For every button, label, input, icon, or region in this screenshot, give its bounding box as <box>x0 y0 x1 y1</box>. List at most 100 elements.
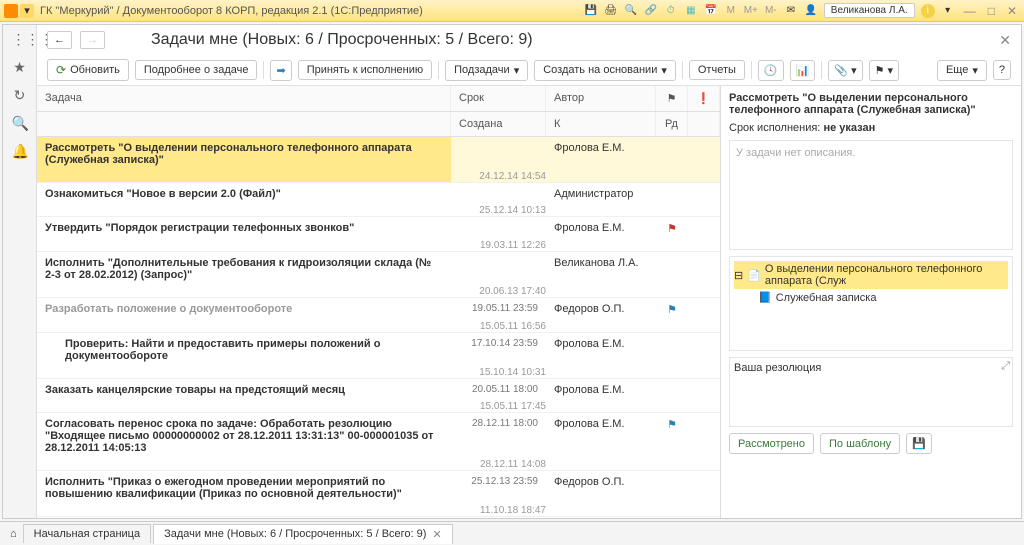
tree-item-doc[interactable]: ⊟📄О выделении персонального телефонного … <box>734 261 1008 289</box>
refresh-button[interactable]: ⟳Обновить <box>47 59 129 81</box>
due-cell <box>451 252 546 262</box>
tab-close-icon[interactable]: ✕ <box>432 528 441 541</box>
close-button[interactable]: ✕ <box>1004 4 1020 18</box>
minimize-button[interactable]: — <box>961 4 979 18</box>
history-icon[interactable]: ↻ <box>12 87 28 103</box>
table-row[interactable]: Утвердить "Порядок регистрации телефонны… <box>37 217 720 252</box>
col-created[interactable]: Создана <box>451 112 546 136</box>
star-icon[interactable]: ★ <box>12 59 28 75</box>
separator <box>821 61 822 79</box>
app-menu-dropdown[interactable]: ▾ <box>20 4 34 18</box>
calendar-icon[interactable]: 📅 <box>704 4 718 18</box>
priority-cell <box>688 333 720 343</box>
flag-cell[interactable] <box>656 379 688 389</box>
search-icon[interactable]: 🔍 <box>12 115 28 131</box>
more-menu-button[interactable]: Еще ▾ <box>937 60 987 81</box>
template-button[interactable]: По шаблону <box>820 433 900 454</box>
table-row[interactable]: Ознакомиться "Новое в версии 2.0 (Файл)"… <box>37 183 720 217</box>
priority-cell <box>688 379 720 389</box>
task-cell: Проверить: Найти и предоставить примеры … <box>37 333 451 367</box>
col-author[interactable]: Автор <box>546 86 656 111</box>
detail-tree[interactable]: ⊟📄О выделении персонального телефонного … <box>729 256 1013 351</box>
save-icon[interactable]: 💾 <box>584 4 598 18</box>
detail-actions: Рассмотрено По шаблону 💾 <box>729 433 1013 454</box>
clock-button[interactable]: 🕓 <box>758 60 784 81</box>
tab-current[interactable]: Задачи мне (Новых: 6 / Просроченных: 5 /… <box>153 524 453 544</box>
sidebar: ⋮⋮⋮ ★ ↻ 🔍 🔔 <box>3 25 37 518</box>
table-row[interactable]: Исполнить "Приказ о ежегодном проведении… <box>37 471 720 517</box>
back-button[interactable]: ← <box>47 31 72 49</box>
due-cell <box>451 217 546 227</box>
table-row[interactable]: Заказать канцелярские товары на предстоя… <box>37 379 720 413</box>
created-cell: 15.05.11 17:45 <box>451 401 546 412</box>
resolution-input[interactable]: Ваша резолюция ⤢ <box>729 357 1013 427</box>
expand-icon[interactable]: ⤢ <box>1001 360 1010 373</box>
fwd-action-button[interactable]: ➡ <box>270 60 291 81</box>
table-row[interactable]: Исполнить "Дополнительные требования к г… <box>37 252 720 298</box>
table-row[interactable]: Рассмотреть "О выделении персонального т… <box>37 137 720 183</box>
subtasks-button[interactable]: Подзадачи ▾ <box>445 60 528 81</box>
save-resolution-button[interactable]: 💾 <box>906 433 932 454</box>
attach-button[interactable]: 📎 ▾ <box>828 60 862 81</box>
close-page-button[interactable]: ✕ <box>999 32 1011 49</box>
maximize-button[interactable]: □ <box>985 4 998 18</box>
flag-cell[interactable] <box>656 471 688 481</box>
bell-icon[interactable]: 🔔 <box>12 143 28 159</box>
flag-filter-button[interactable]: ⚑ ▾ <box>869 60 899 81</box>
reviewed-button[interactable]: Рассмотрено <box>729 433 814 454</box>
flag-cell[interactable] <box>656 183 688 193</box>
accept-button[interactable]: Принять к исполнению <box>298 60 432 80</box>
minus-icon[interactable]: ⊟ <box>734 269 743 282</box>
due-cell: 28.12.11 18:00 <box>451 413 546 434</box>
flag-cell[interactable]: ⚑ <box>656 413 688 436</box>
window-title: ГК "Меркурий" / Документооборот 8 КОРП, … <box>40 5 584 17</box>
col-k[interactable]: К <box>546 112 656 136</box>
menu-icon[interactable]: ⋮⋮⋮ <box>12 31 28 47</box>
forward-button[interactable]: → <box>80 31 105 49</box>
preview-icon[interactable]: 🔍 <box>624 4 638 18</box>
create-based-button[interactable]: Создать на основании ▾ <box>534 60 676 81</box>
task-cell: Ознакомиться "Новое в версии 2.0 (Файл)" <box>37 183 451 205</box>
tab-home[interactable]: Начальная страница <box>23 524 151 543</box>
table-row[interactable]: Разработать положение о документообороте… <box>37 298 720 333</box>
clock-icon[interactable]: ⏱ <box>664 4 678 18</box>
mplus-button[interactable]: M+ <box>744 4 758 18</box>
task-cell: Заказать канцелярские товары на предстоя… <box>37 379 451 401</box>
col-rd[interactable]: Рд <box>656 112 688 136</box>
created-cell: 15.05.11 16:56 <box>451 321 546 332</box>
task-cell: Согласовать перенос срока по задаче: Обр… <box>37 413 451 459</box>
refresh-icon: ⟳ <box>56 63 66 77</box>
author-cell: Федоров О.П. <box>546 471 656 493</box>
chart-button[interactable]: 📊 <box>790 60 816 81</box>
due-cell: 25.12.13 23:59 <box>451 471 546 492</box>
reports-button[interactable]: Отчеты <box>689 60 745 80</box>
priority-cell <box>688 252 720 262</box>
flag-cell[interactable] <box>656 252 688 262</box>
task-cell: Разработать положение о документообороте <box>37 298 451 320</box>
tree-item-memo[interactable]: 📘Служебная записка <box>734 289 1008 306</box>
table-row[interactable]: Согласовать перенос срока по задаче: Обр… <box>37 413 720 471</box>
table-row[interactable]: Проверить: Найти и предоставить примеры … <box>37 333 720 379</box>
current-user[interactable]: Великанова Л.А. <box>824 3 915 18</box>
flag-cell[interactable]: ⚑ <box>656 217 688 240</box>
task-detail-button[interactable]: Подробнее о задаче <box>135 60 258 80</box>
col-task[interactable]: Задача <box>37 86 451 111</box>
task-cell: Утвердить "Порядок регистрации телефонны… <box>37 217 451 239</box>
print-icon[interactable]: 🖨 <box>604 4 618 18</box>
mminus-button[interactable]: M- <box>764 4 778 18</box>
flag-cell[interactable]: ⚑ <box>656 298 688 321</box>
flag-cell[interactable] <box>656 137 688 147</box>
col-priority[interactable]: ❗ <box>688 86 720 111</box>
m-button[interactable]: M <box>724 4 738 18</box>
grid-icon[interactable]: ▦ <box>684 4 698 18</box>
home-icon[interactable]: ⌂ <box>6 528 21 540</box>
dropdown-icon[interactable]: ▾ <box>941 4 955 18</box>
info-icon[interactable]: i <box>921 4 935 18</box>
col-flag[interactable]: ⚑ <box>656 86 688 111</box>
col-date[interactable]: Срок <box>451 86 546 111</box>
flag-cell[interactable] <box>656 333 688 343</box>
link-icon[interactable]: 🔗 <box>644 4 658 18</box>
help-button[interactable]: ? <box>993 60 1011 80</box>
mail-icon[interactable]: ✉ <box>784 4 798 18</box>
author-cell: Фролова Е.М. <box>546 333 656 355</box>
